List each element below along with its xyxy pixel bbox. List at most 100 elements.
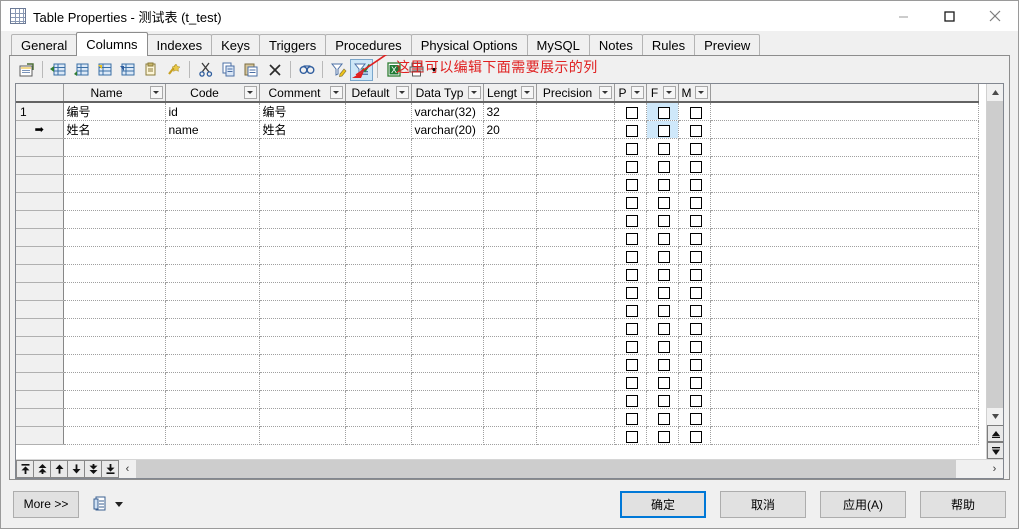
cell-name-empty[interactable]: [63, 174, 166, 193]
cell-name-empty[interactable]: [63, 228, 166, 247]
f-checkbox[interactable]: [657, 412, 670, 425]
cell-comment-empty[interactable]: [259, 372, 346, 391]
cell-precision-empty[interactable]: [536, 156, 615, 175]
find-icon[interactable]: [295, 59, 318, 81]
cell-default-empty[interactable]: [345, 300, 412, 319]
filter-dropdown-p[interactable]: [630, 86, 644, 99]
tab-rules[interactable]: Rules: [641, 34, 696, 55]
column-header-length[interactable]: Lengt: [483, 84, 537, 103]
cell-datatype[interactable]: varchar(20): [411, 120, 484, 139]
table-row[interactable]: ➡ 姓名 name 姓名 varchar(20) 20: [16, 120, 979, 139]
cell-code-empty[interactable]: [165, 318, 260, 337]
print-setup-icon[interactable]: [91, 494, 109, 514]
cell-length-empty[interactable]: [483, 300, 537, 319]
cell-p-checkbox[interactable]: [614, 174, 647, 193]
cell-m-checkbox[interactable]: [678, 282, 711, 301]
goto-last-row-button[interactable]: [101, 460, 119, 478]
cell-code[interactable]: name: [165, 120, 260, 139]
m-checkbox[interactable]: [689, 430, 702, 443]
cell-length-empty[interactable]: [483, 354, 537, 373]
move-up-button[interactable]: [50, 460, 68, 478]
cell-default[interactable]: [345, 102, 412, 121]
cell-p-checkbox[interactable]: [614, 408, 647, 427]
cell-default-empty[interactable]: [345, 354, 412, 373]
row-header-empty[interactable]: [16, 426, 64, 445]
cell-name-empty[interactable]: [63, 354, 166, 373]
m-checkbox[interactable]: [689, 304, 702, 317]
cell-comment-empty[interactable]: [259, 156, 346, 175]
cell-p-checkbox[interactable]: [614, 390, 647, 409]
filter-dropdown-m[interactable]: [694, 86, 708, 99]
f-checkbox[interactable]: [657, 196, 670, 209]
cell-datatype-empty[interactable]: [411, 318, 484, 337]
p-checkbox[interactable]: [625, 214, 638, 227]
cell-m-checkbox[interactable]: [678, 174, 711, 193]
cell-f-checkbox[interactable]: [646, 336, 679, 355]
cell-length-empty[interactable]: [483, 318, 537, 337]
cell-datatype-empty[interactable]: [411, 372, 484, 391]
m-checkbox[interactable]: [689, 250, 702, 263]
table-row-empty[interactable]: [16, 336, 979, 355]
cell-m-checkbox[interactable]: [678, 408, 711, 427]
cut-icon[interactable]: [194, 59, 217, 81]
cell-name-empty[interactable]: [63, 372, 166, 391]
column-header-p[interactable]: P: [614, 84, 647, 103]
p-checkbox[interactable]: [625, 412, 638, 425]
cell-comment-empty[interactable]: [259, 138, 346, 157]
m-checkbox[interactable]: [689, 268, 702, 281]
cell-name-empty[interactable]: [63, 156, 166, 175]
cell-code-empty[interactable]: [165, 210, 260, 229]
m-checkbox[interactable]: [689, 232, 702, 245]
cell-default-empty[interactable]: [345, 210, 412, 229]
cell-name-empty[interactable]: [63, 264, 166, 283]
table-row-empty[interactable]: [16, 300, 979, 319]
cell-default-empty[interactable]: [345, 336, 412, 355]
cell-m-checkbox[interactable]: [678, 354, 711, 373]
tab-indexes[interactable]: Indexes: [146, 34, 213, 55]
cell-datatype-empty[interactable]: [411, 300, 484, 319]
f-checkbox[interactable]: [657, 214, 670, 227]
cell-p-checkbox[interactable]: [614, 354, 647, 373]
cell-name-empty[interactable]: [63, 138, 166, 157]
cell-f-checkbox[interactable]: [646, 138, 679, 157]
p-checkbox[interactable]: [625, 106, 638, 119]
cell-precision-empty[interactable]: [536, 192, 615, 211]
table-row-empty[interactable]: [16, 210, 979, 229]
help-button[interactable]: 帮助: [920, 490, 1006, 518]
cell-precision-empty[interactable]: [536, 210, 615, 229]
column-header-code[interactable]: Code: [165, 84, 260, 103]
tab-physical-options[interactable]: Physical Options: [410, 34, 528, 55]
row-header-empty[interactable]: [16, 300, 64, 319]
hscroll-left-button[interactable]: ‹: [119, 460, 136, 478]
cell-comment-empty[interactable]: [259, 192, 346, 211]
cell-length[interactable]: 20: [483, 120, 537, 139]
cell-default-empty[interactable]: [345, 138, 412, 157]
cell-f-checkbox[interactable]: [646, 318, 679, 337]
horizontal-scroll-track[interactable]: [136, 460, 986, 478]
cell-f-checkbox[interactable]: [646, 282, 679, 301]
grid-scroll-area[interactable]: Name Code Comment Default Data Typ Lengt…: [16, 84, 986, 459]
cell-default-empty[interactable]: [345, 426, 412, 445]
cell-p-checkbox[interactable]: [614, 282, 647, 301]
cell-name-empty[interactable]: [63, 426, 166, 445]
duplicate-row-icon[interactable]: [116, 59, 139, 81]
copy-icon[interactable]: [217, 59, 240, 81]
filter-dropdown-default[interactable]: [395, 86, 409, 99]
row-header-empty[interactable]: [16, 282, 64, 301]
row-header-empty[interactable]: [16, 354, 64, 373]
cell-name-empty[interactable]: [63, 336, 166, 355]
cell-code-empty[interactable]: [165, 300, 260, 319]
hscroll-right-button[interactable]: ›: [986, 460, 1003, 478]
row-header-empty[interactable]: [16, 408, 64, 427]
f-checkbox[interactable]: [657, 358, 670, 371]
column-header-comment[interactable]: Comment: [259, 84, 346, 103]
cell-p-checkbox[interactable]: [614, 228, 647, 247]
column-header-default[interactable]: Default: [345, 84, 412, 103]
filter-dropdown-datatype[interactable]: [467, 86, 481, 99]
tab-general[interactable]: General: [11, 34, 78, 55]
f-checkbox[interactable]: [657, 322, 670, 335]
row-header-empty[interactable]: [16, 138, 64, 157]
cell-datatype[interactable]: varchar(32): [411, 102, 484, 121]
cell-f-checkbox[interactable]: [646, 120, 679, 139]
f-checkbox[interactable]: [657, 376, 670, 389]
